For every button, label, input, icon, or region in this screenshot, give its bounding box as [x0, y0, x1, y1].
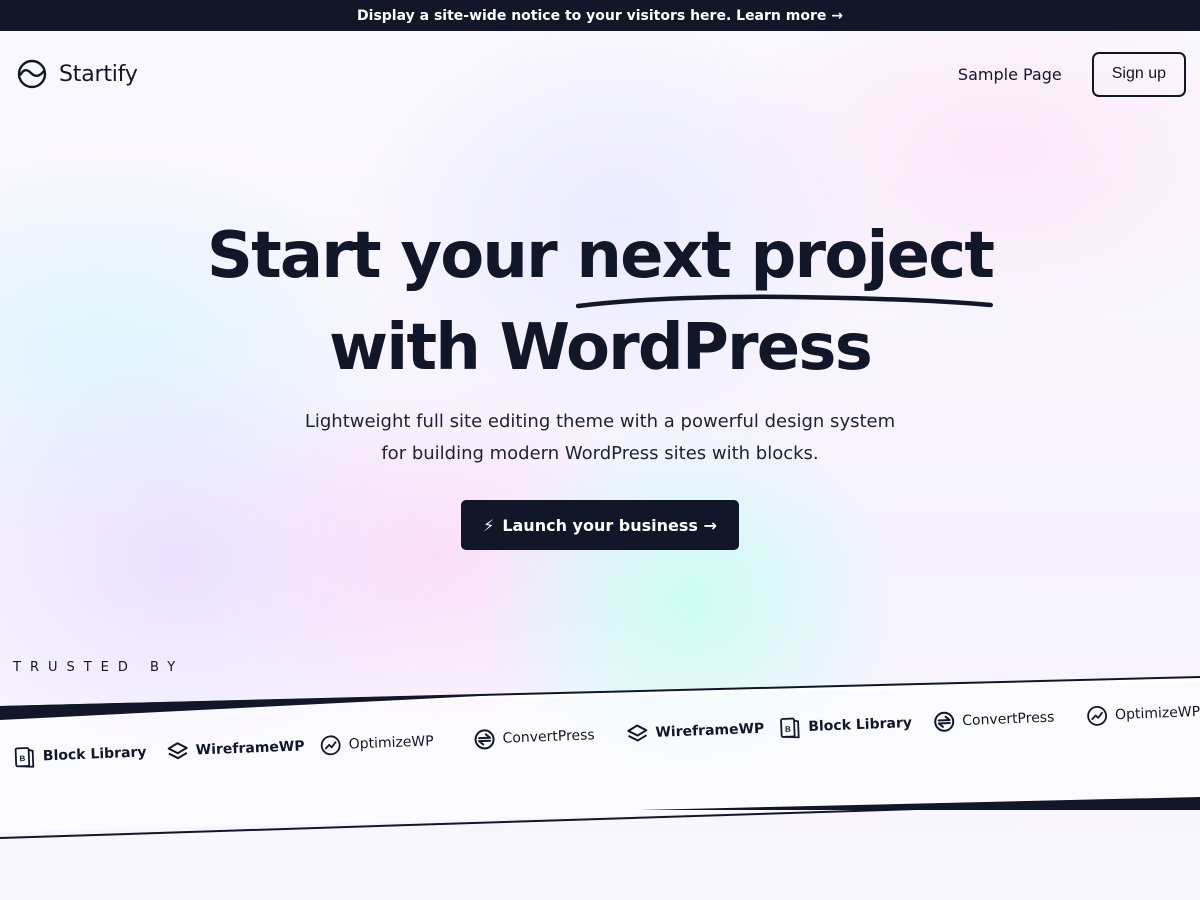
site-header: Startify Sample Page Sign up	[0, 31, 1200, 117]
logo-label: ConvertPress	[961, 709, 1055, 730]
block-library-icon: B	[14, 747, 35, 768]
logo-wireframewp-2: WireframeWP	[626, 718, 765, 745]
brand-name: Startify	[59, 61, 138, 87]
logo-label: WireframeWP	[655, 720, 765, 741]
hero-subtitle-line2: for building modern WordPress sites with…	[381, 443, 819, 464]
sign-up-button[interactable]: Sign up	[1091, 51, 1186, 97]
convert-circle-icon	[474, 729, 495, 750]
logo-label: Block Library	[808, 715, 913, 735]
notice-link[interactable]: Display a site-wide notice to your visit…	[357, 8, 843, 24]
logo-optimizewp: OptimizeWP	[319, 730, 434, 756]
logo-label: OptimizeWP	[348, 733, 434, 753]
logo-convertpress-2: ConvertPress	[933, 707, 1055, 734]
launch-business-label: Launch your business →	[502, 515, 717, 535]
svg-text:B: B	[785, 725, 791, 734]
svg-text:B: B	[19, 754, 25, 763]
brand-logo-link[interactable]: Startify	[17, 59, 138, 89]
logo-wireframewp: WireframeWP	[166, 735, 305, 762]
nav-link-sample-page[interactable]: Sample Page	[958, 65, 1062, 84]
page: Display a site-wide notice to your visit…	[0, 0, 1200, 900]
logo-label: Block Library	[42, 744, 147, 765]
logo-label: OptimizeWP	[1114, 703, 1200, 724]
hero-title-highlight-text: next project	[576, 219, 995, 293]
logo-block-library-2: B Block Library	[779, 712, 912, 739]
layers-icon	[627, 724, 648, 742]
startify-logo-icon	[17, 59, 47, 89]
convert-circle-icon	[934, 711, 955, 732]
hero-title-highlight: next project	[576, 210, 995, 309]
hero-subtitle-line1: Lightweight full site editing theme with…	[304, 411, 896, 432]
hero-title-line2: with WordPress	[328, 311, 873, 385]
main-nav: Sample Page Sign up	[958, 51, 1186, 97]
launch-business-button[interactable]: ⚡︎ Launch your business →	[461, 500, 739, 550]
trend-circle-icon	[320, 735, 341, 756]
hero-subtitle: Lightweight full site editing theme with…	[0, 406, 1200, 470]
hand-drawn-underline-icon	[576, 294, 994, 309]
hero-title-start: Start your	[206, 219, 577, 293]
site-notice-bar: Display a site-wide notice to your visit…	[0, 0, 1200, 31]
logo-label: ConvertPress	[502, 727, 595, 747]
logo-optimizewp-2: OptimizeWP	[1086, 701, 1200, 727]
hero-title: Start your next project with WordPress	[0, 210, 1200, 394]
logo-block-library: B Block Library	[13, 741, 147, 768]
block-library-icon: B	[780, 717, 800, 739]
logo-label: WireframeWP	[195, 738, 305, 759]
logo-convertpress: ConvertPress	[473, 724, 595, 751]
layers-icon	[167, 742, 188, 760]
hero-section: Start your next project with WordPress L…	[0, 210, 1200, 550]
trend-circle-icon	[1087, 705, 1108, 726]
lightning-bolt-icon: ⚡︎	[483, 515, 495, 535]
